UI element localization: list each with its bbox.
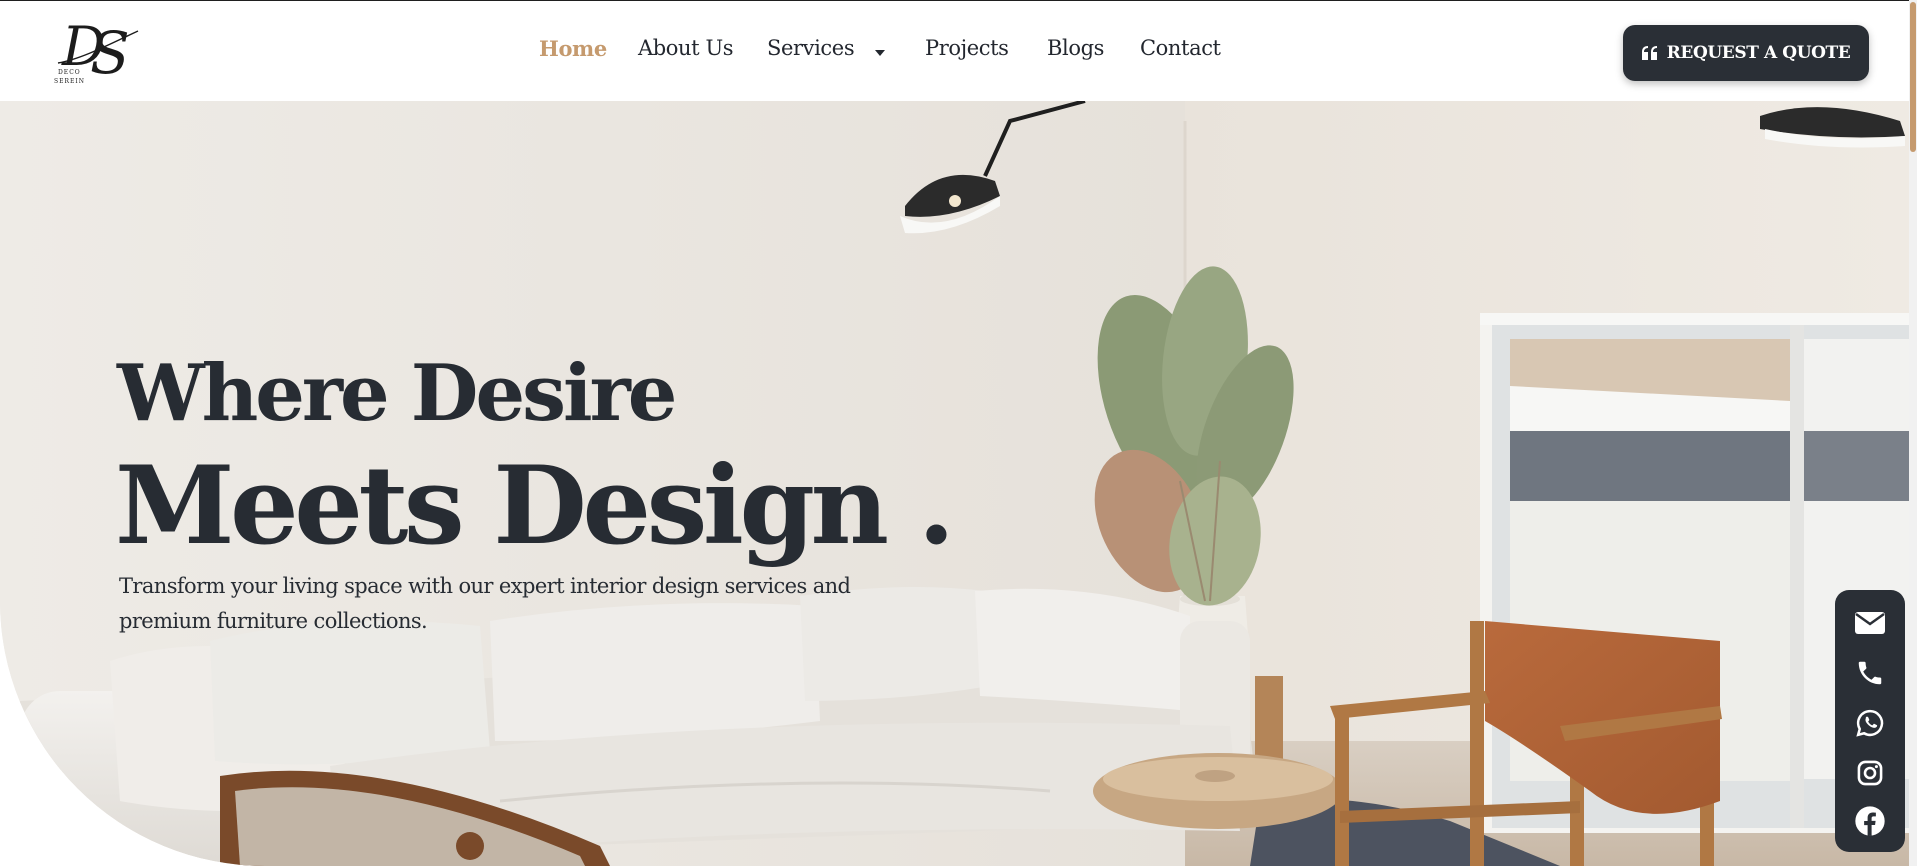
nav-item-about-us[interactable]: About Us — [638, 36, 734, 60]
nav-item-blogs[interactable]: Blogs — [1047, 36, 1104, 60]
nav-item-services[interactable]: Services — [767, 36, 886, 62]
quote-icon — [1641, 46, 1657, 60]
hero-title-line1: Where Desire — [117, 348, 677, 439]
instagram-icon — [1857, 760, 1883, 786]
email-button[interactable] — [1852, 605, 1888, 641]
phone-button[interactable] — [1852, 655, 1888, 691]
whatsapp-icon — [1856, 709, 1884, 737]
envelope-icon — [1855, 612, 1885, 634]
chevron-down-icon — [874, 38, 886, 62]
facebook-icon — [1855, 806, 1885, 836]
whatsapp-button[interactable] — [1852, 705, 1888, 741]
nav-item-contact[interactable]: Contact — [1140, 36, 1221, 60]
hero-title-line2: Meets Design . — [115, 443, 955, 569]
phone-icon — [1858, 661, 1882, 685]
facebook-button[interactable] — [1852, 803, 1888, 839]
scrollbar-thumb[interactable] — [1910, 2, 1916, 152]
nav-item-home[interactable]: Home — [539, 36, 607, 61]
request-quote-label: REQUEST A QUOTE — [1666, 43, 1851, 63]
social-contact-bar — [1835, 590, 1905, 852]
hero-subtitle: Transform your living space with our exp… — [119, 574, 851, 633]
hero-section: Where Desire Meets Design . Transform yo… — [0, 101, 1909, 866]
nav-item-services-label: Services — [767, 36, 855, 60]
page-scrollbar[interactable] — [1909, 0, 1917, 866]
request-quote-button[interactable]: REQUEST A QUOTE — [1623, 25, 1869, 81]
instagram-button[interactable] — [1852, 755, 1888, 791]
nav-item-projects[interactable]: Projects — [925, 36, 1009, 60]
site-header: D S DECO SEREIN Home About Us Services P… — [0, 0, 1917, 101]
